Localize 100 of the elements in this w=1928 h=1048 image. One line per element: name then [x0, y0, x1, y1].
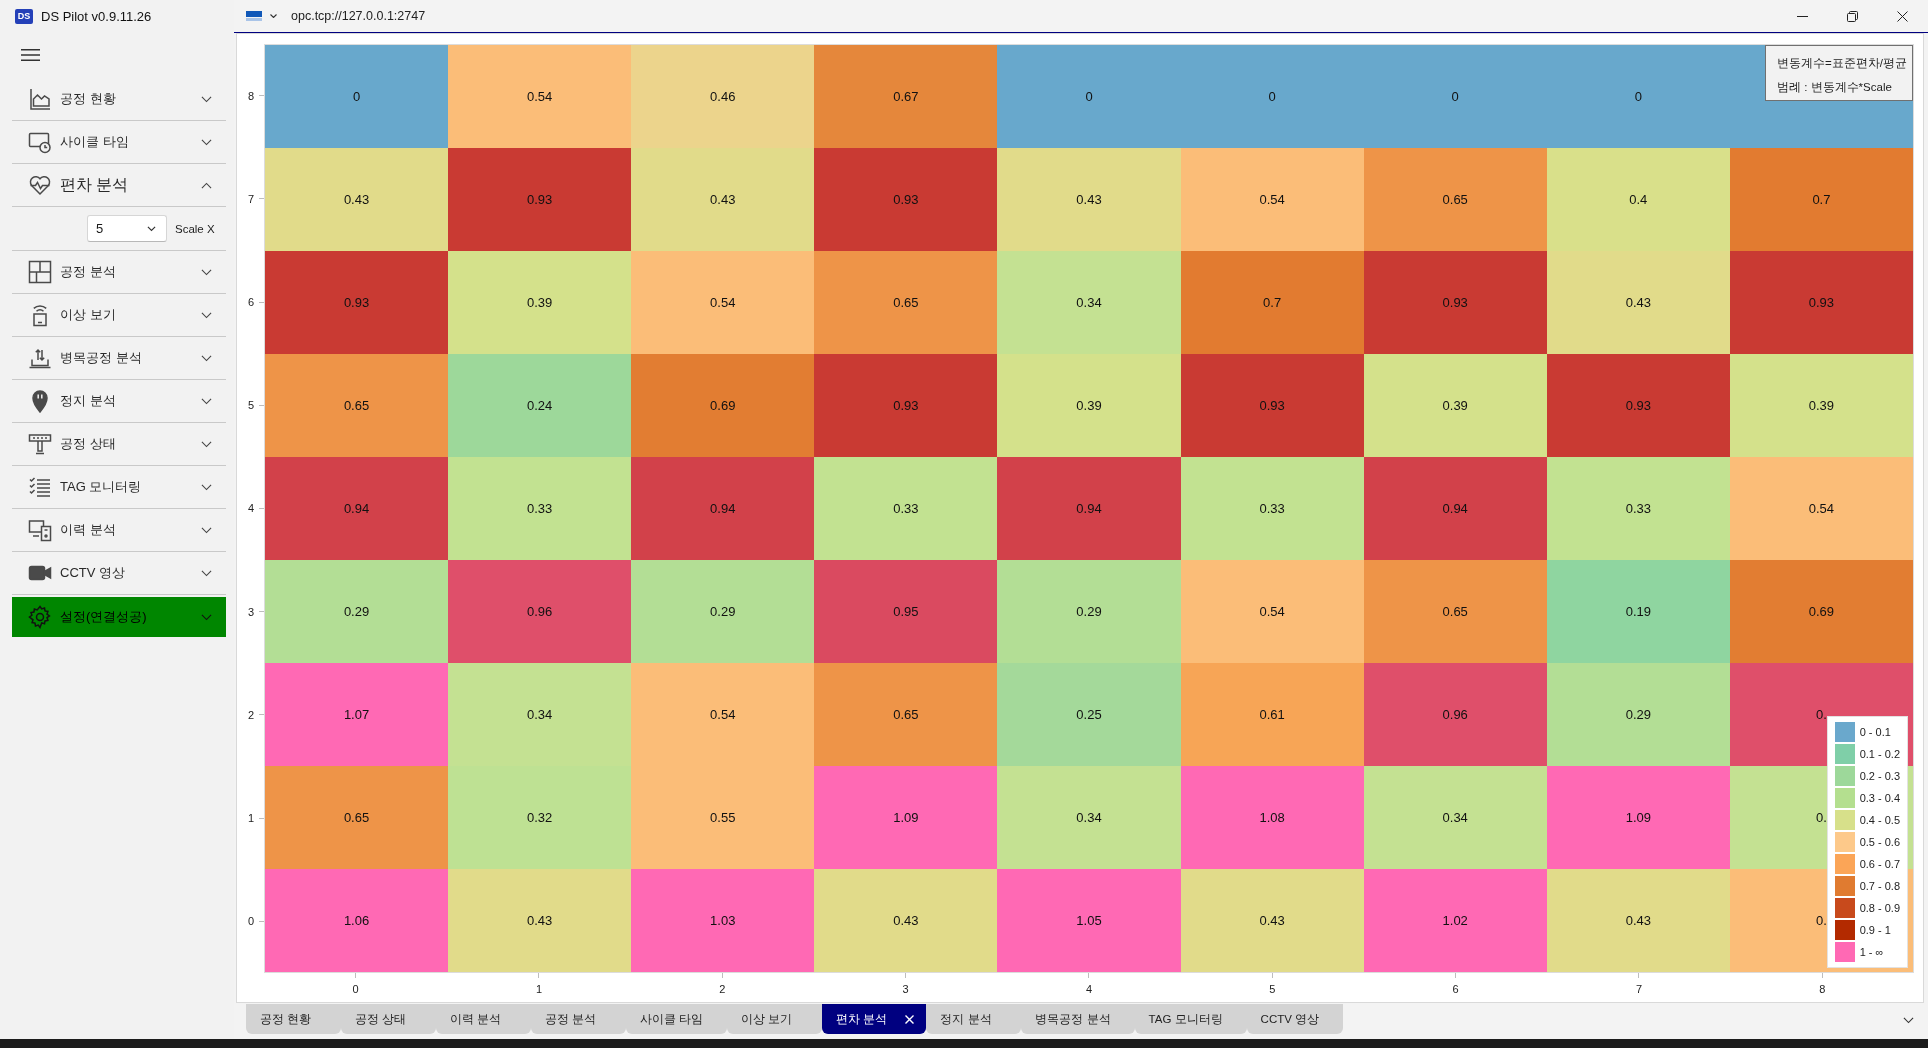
heatmap-cell: 0.94: [631, 457, 815, 560]
axis-label: 0: [247, 915, 254, 928]
heatmap-cell: 0.54: [448, 45, 632, 148]
axis-label: 5: [1269, 983, 1276, 995]
heatmap-cell: 0.65: [814, 663, 998, 766]
sidebar-item[interactable]: CCTV 영상: [12, 552, 226, 595]
scale-label: Scale X: [175, 222, 215, 235]
tab[interactable]: 공정 현황: [246, 1004, 341, 1034]
sidebar-item[interactable]: 병목공정 분석: [12, 337, 226, 380]
tab[interactable]: CCTV 영상: [1246, 1004, 1344, 1034]
axis-label: 4: [247, 502, 254, 515]
legend-label: 0.6 - 0.7: [1859, 858, 1900, 870]
sidebar-item[interactable]: 사이클 타임: [12, 121, 226, 164]
heatmap-cell: 0.43: [1546, 251, 1730, 354]
heatmap-cell: 0.7: [1729, 148, 1913, 251]
heatmap-cell: 0.33: [1180, 457, 1364, 560]
heatmap-cell: 0: [1546, 45, 1730, 148]
sidebar-item[interactable]: 공정 상태: [12, 423, 226, 466]
tab[interactable]: 공정 상태: [341, 1004, 436, 1034]
heatmap-cell: 0.95: [814, 560, 998, 663]
axis-label: 6: [1452, 983, 1459, 995]
close-icon[interactable]: [1897, 10, 1908, 22]
heatmap-cell: 0.39: [448, 251, 632, 354]
heatmap-cell: 0.65: [265, 766, 449, 869]
heatmap-cell: 0.32: [448, 766, 632, 869]
minimize-icon[interactable]: [1797, 15, 1808, 17]
menu-icon[interactable]: [21, 49, 40, 61]
sidebar-item[interactable]: 이력 분석: [12, 509, 226, 552]
sidebar-item[interactable]: 공정 분석: [12, 251, 226, 294]
heatmap-cell: 0.93: [1180, 354, 1364, 457]
heatmap-cell: 0.94: [265, 457, 449, 560]
heatmap-cell: 0.34: [1363, 766, 1547, 869]
heatmap-cell: 0.29: [631, 560, 815, 663]
axis-label: 2: [719, 983, 726, 995]
heatmap-cell: 0.93: [265, 251, 449, 354]
axis-label: 0: [352, 983, 359, 995]
heatmap-cell: 0: [997, 45, 1181, 148]
tab[interactable]: TAG 모니터링: [1134, 1004, 1247, 1034]
monitor-tower-icon: [28, 518, 52, 542]
note-text: 변동계수=표준편차/평균: [1777, 56, 1908, 71]
heatmap-cell: 0.4: [1546, 148, 1730, 251]
heatmap-cell: 0.24: [448, 354, 632, 457]
chevron-down-icon: [147, 225, 156, 232]
heatmap-cell: 0.93: [1729, 251, 1913, 354]
chevron-down-icon[interactable]: [270, 14, 277, 18]
sidebar-item[interactable]: 이상 보기: [12, 294, 226, 337]
heatmap-cell: 0.43: [1180, 869, 1364, 972]
tab[interactable]: 사이클 타임: [626, 1004, 728, 1034]
legend-label: 0.8 - 0.9: [1859, 902, 1900, 914]
heatmap-cell: 0.54: [1180, 148, 1364, 251]
heatmap-cell: 0.54: [631, 251, 815, 354]
sidebar-item[interactable]: 정지 분석: [12, 380, 226, 423]
heatmap-cell: 0.39: [1363, 354, 1547, 457]
heatmap-cell: 0.7: [1180, 251, 1364, 354]
flag-icon[interactable]: [246, 11, 262, 21]
settings-icon: [28, 605, 52, 629]
axis-label: 1: [535, 983, 543, 995]
heatmap-cell: 0.93: [1363, 251, 1547, 354]
heatmap-cell: 0.54: [631, 663, 815, 766]
legend-label: 0.9 - 1: [1859, 924, 1891, 936]
axis-label: 1: [247, 812, 254, 825]
axis-label: 6: [247, 296, 254, 309]
axis-label: 8: [1819, 983, 1826, 995]
axis-label: 5: [247, 399, 254, 412]
tab[interactable]: 병목공정 분석: [1021, 1004, 1135, 1034]
scale-select[interactable]: 5: [87, 215, 167, 242]
tab[interactable]: 이력 분석: [436, 1004, 531, 1034]
monitor-clock-icon: [28, 130, 52, 154]
heatmap-cell: 0.54: [1180, 560, 1364, 663]
tab[interactable]: 이상 보기: [727, 1004, 823, 1034]
heatmap-cell: 0.46: [631, 45, 815, 148]
tab[interactable]: 공정 분석: [531, 1004, 626, 1034]
sidebar-item[interactable]: 편차 분석: [12, 164, 226, 207]
heatmap-cell: 0.43: [631, 148, 815, 251]
heatmap-cell: 1.09: [1546, 766, 1730, 869]
heatmap-cell: 0.43: [1546, 869, 1730, 972]
sidebar-item[interactable]: TAG 모니터링: [12, 466, 226, 509]
heatmap-cell: 0.93: [448, 148, 632, 251]
sidebar-item[interactable]: 공정 현황: [12, 78, 226, 121]
heatmap-cell: 0.29: [1546, 663, 1730, 766]
heatmap-cell: 0: [265, 45, 449, 148]
tab[interactable]: 편차 분석: [822, 1004, 927, 1034]
chevron-down-icon[interactable]: [1903, 1017, 1914, 1024]
heatmap-cell: 0.19: [1546, 560, 1730, 663]
area-chart-icon: [28, 87, 52, 111]
legend-label: 1 - ∞: [1859, 946, 1884, 958]
heatmap-cell: 0.96: [448, 560, 632, 663]
heatmap-cell: 0.34: [997, 766, 1181, 869]
heatmap-cell: 0.43: [814, 869, 998, 972]
legend-label: 0.2 - 0.3: [1859, 770, 1900, 782]
tab[interactable]: 정지 분석: [926, 1004, 1022, 1034]
restore-icon[interactable]: [1847, 10, 1858, 22]
heatmap-cell: 0.39: [997, 354, 1181, 457]
heatmap-cell: 0.93: [1546, 354, 1730, 457]
grid-layout-icon: [28, 260, 52, 284]
heatmap-cell: 0.34: [448, 663, 632, 766]
heatmap-cell: 0: [1180, 45, 1364, 148]
heatmap-cell: 0.33: [1546, 457, 1730, 560]
heatmap-cell: 0.93: [814, 354, 998, 457]
heatmap-cell: 0.25: [997, 663, 1181, 766]
